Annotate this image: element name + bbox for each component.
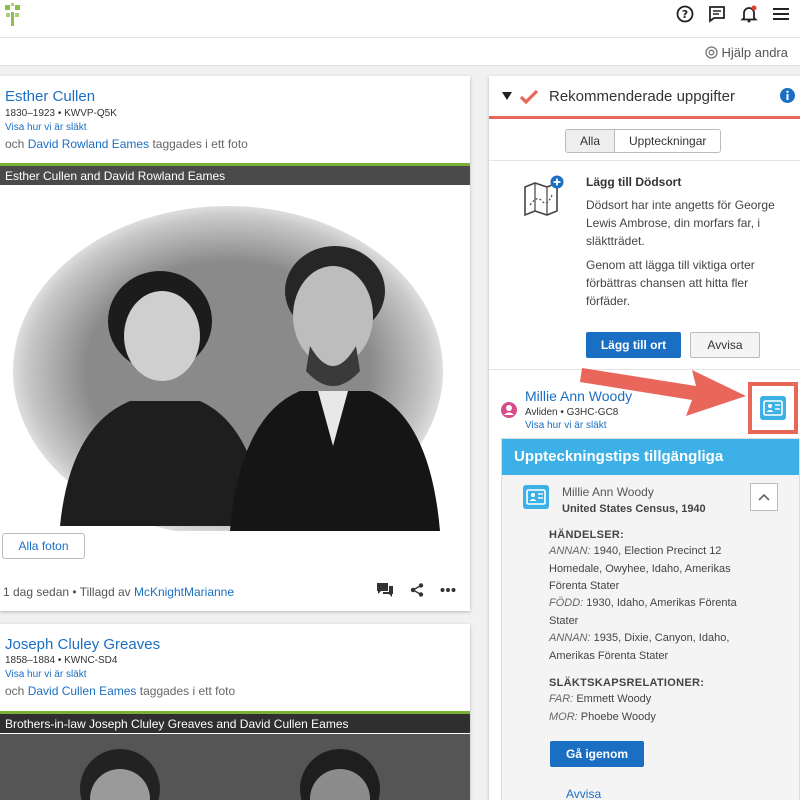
tag-line: och David Cullen Eames taggades i ett fo… xyxy=(5,684,235,698)
tag-prefix: och xyxy=(5,137,25,151)
tag-suffix: taggades i ett foto xyxy=(139,684,236,698)
photo-card-esther-cullen: Esther Cullen 1830–1923 • KWVP-Q5K Visa … xyxy=(0,76,470,611)
info-icon[interactable] xyxy=(780,88,795,103)
task-title: Lägg till Dödsort xyxy=(586,175,682,189)
dismiss-task-button[interactable]: Avvisa xyxy=(690,332,760,358)
tab-records[interactable]: Uppteckningar xyxy=(615,130,721,152)
hint-source: United States Census, 1940 xyxy=(562,503,706,515)
photo-caption-bar: Brothers-in-law Joseph Cluley Greaves an… xyxy=(0,711,470,733)
hint-event: FÖDD: 1930, Idaho, Amerikas Förenta Stat… xyxy=(549,595,749,630)
recommended-tasks-title: Rekommenderade uppgifter xyxy=(549,88,735,105)
tag-suffix: taggades i ett foto xyxy=(152,137,248,151)
messages-icon[interactable] xyxy=(708,5,726,23)
tag-line: och David Rowland Eames taggades i ett f… xyxy=(5,137,248,151)
relationship-link[interactable]: Visa hur vi är släkt xyxy=(5,122,87,133)
recommended-tasks-header[interactable]: Rekommenderade uppgifter xyxy=(489,76,800,119)
collapse-triangle-icon[interactable] xyxy=(502,92,512,100)
hint-relation: FAR: Emmett Woody xyxy=(549,691,749,709)
relation-text: Emmett Woody xyxy=(576,693,652,705)
record-hint-detail: Millie Ann Woody United States Census, 1… xyxy=(502,475,799,800)
vintage-portrait-photo xyxy=(0,734,470,800)
person-name-link[interactable]: Joseph Cluley Greaves xyxy=(5,636,160,653)
comment-icon[interactable] xyxy=(376,582,394,598)
card-footer-info: 1 dag sedan • Tillagd av McKnightMariann… xyxy=(3,585,234,599)
lifebuoy-icon xyxy=(704,46,718,59)
person-name-link[interactable]: Esther Cullen xyxy=(5,88,95,105)
record-card-icon xyxy=(523,485,549,509)
more-options-icon[interactable] xyxy=(440,587,456,593)
relation-text: Phoebe Woody xyxy=(580,711,656,723)
recommended-tasks-panel: Rekommenderade uppgifter Alla Upptecknin… xyxy=(489,76,800,800)
hint-event: ANNAN: 1940, Election Precinct 12 Homeda… xyxy=(549,543,749,596)
vintage-portrait-photo xyxy=(13,206,443,531)
dismiss-hint-link[interactable]: Avvisa xyxy=(566,787,601,800)
help-icon[interactable]: ? xyxy=(676,5,694,23)
event-label: ANNAN: xyxy=(549,632,591,644)
svg-text:?: ? xyxy=(682,8,688,21)
photo-brothers-in-law[interactable] xyxy=(0,734,470,800)
add-place-button[interactable]: Lägg till ort xyxy=(586,332,681,358)
help-others-link[interactable]: Hjälp andra xyxy=(704,45,789,60)
help-others-label: Hjälp andra xyxy=(721,45,789,60)
chevron-up-icon xyxy=(758,493,770,501)
added-time: 1 dag sedan • Tillagd av xyxy=(3,585,131,599)
sub-header: Hjälp andra xyxy=(0,38,800,66)
tagged-person-link[interactable]: David Rowland Eames xyxy=(28,137,149,151)
tab-all[interactable]: Alla xyxy=(566,130,616,152)
record-hints-popup: Uppteckningstips tillgängliga Millie Ann… xyxy=(501,438,800,800)
contributor-link[interactable]: McKnightMarianne xyxy=(134,585,234,599)
person-meta: 1858–1884 • KWNC-SD4 xyxy=(5,655,118,666)
events-heading: HÄNDELSER: xyxy=(549,529,625,541)
person-meta: 1830–1923 • KWVP-Q5K xyxy=(5,108,117,119)
relation-label: MOR: xyxy=(549,711,578,723)
photo-caption: Esther Cullen and David Rowland Eames xyxy=(5,169,226,183)
relationship-link[interactable]: Visa hur vi är släkt xyxy=(5,669,87,680)
event-label: FÖDD: xyxy=(549,597,584,609)
relations-heading: SLÄKTSKAPSRELATIONER: xyxy=(549,677,705,689)
add-death-place-task: Lägg till Dödsort Dödsort har inte anget… xyxy=(489,160,800,370)
menu-hamburger-icon[interactable] xyxy=(772,5,790,23)
share-icon[interactable] xyxy=(410,583,424,597)
notifications-bell-icon[interactable] xyxy=(740,5,758,23)
map-add-icon xyxy=(524,175,564,217)
tag-prefix: och xyxy=(5,684,25,698)
photo-caption-bar: Esther Cullen and David Rowland Eames xyxy=(0,163,470,185)
hint-relation: MOR: Phoebe Woody xyxy=(549,709,749,727)
all-photos-button[interactable]: Alla foton xyxy=(2,533,85,559)
event-label: ANNAN: xyxy=(549,545,591,557)
task-description: Dödsort har inte angetts för George Lewi… xyxy=(586,198,775,248)
relationship-link[interactable]: Visa hur vi är släkt xyxy=(525,420,607,431)
record-hints-title: Uppteckningstips tillgängliga xyxy=(502,439,799,475)
checkmark-icon xyxy=(520,89,538,104)
hint-event: ANNAN: 1935, Dixie, Canyon, Idaho, Ameri… xyxy=(549,630,749,665)
relation-label: FAR: xyxy=(549,693,574,705)
photo-caption: Brothers-in-law Joseph Cluley Greaves an… xyxy=(5,717,349,731)
photo-esther-david[interactable] xyxy=(0,186,470,531)
task-filter-tabs: Alla Uppteckningar xyxy=(565,129,722,153)
photo-card-joseph-greaves: Joseph Cluley Greaves 1858–1884 • KWNC-S… xyxy=(0,624,470,800)
collapse-hint-button[interactable] xyxy=(750,483,778,511)
record-card-icon xyxy=(760,396,786,420)
female-avatar-icon xyxy=(501,402,517,418)
tagged-person-link[interactable]: David Cullen Eames xyxy=(28,684,137,698)
hint-person-name: Millie Ann Woody xyxy=(562,485,654,499)
review-button[interactable]: Gå igenom xyxy=(550,741,644,767)
annotation-arrow-icon xyxy=(580,368,746,416)
task-benefit: Genom att lägga till viktiga orter förbä… xyxy=(586,258,755,308)
top-header: ? xyxy=(0,0,800,38)
card-actions xyxy=(376,582,456,598)
familysearch-tree-logo-icon[interactable] xyxy=(2,2,24,28)
